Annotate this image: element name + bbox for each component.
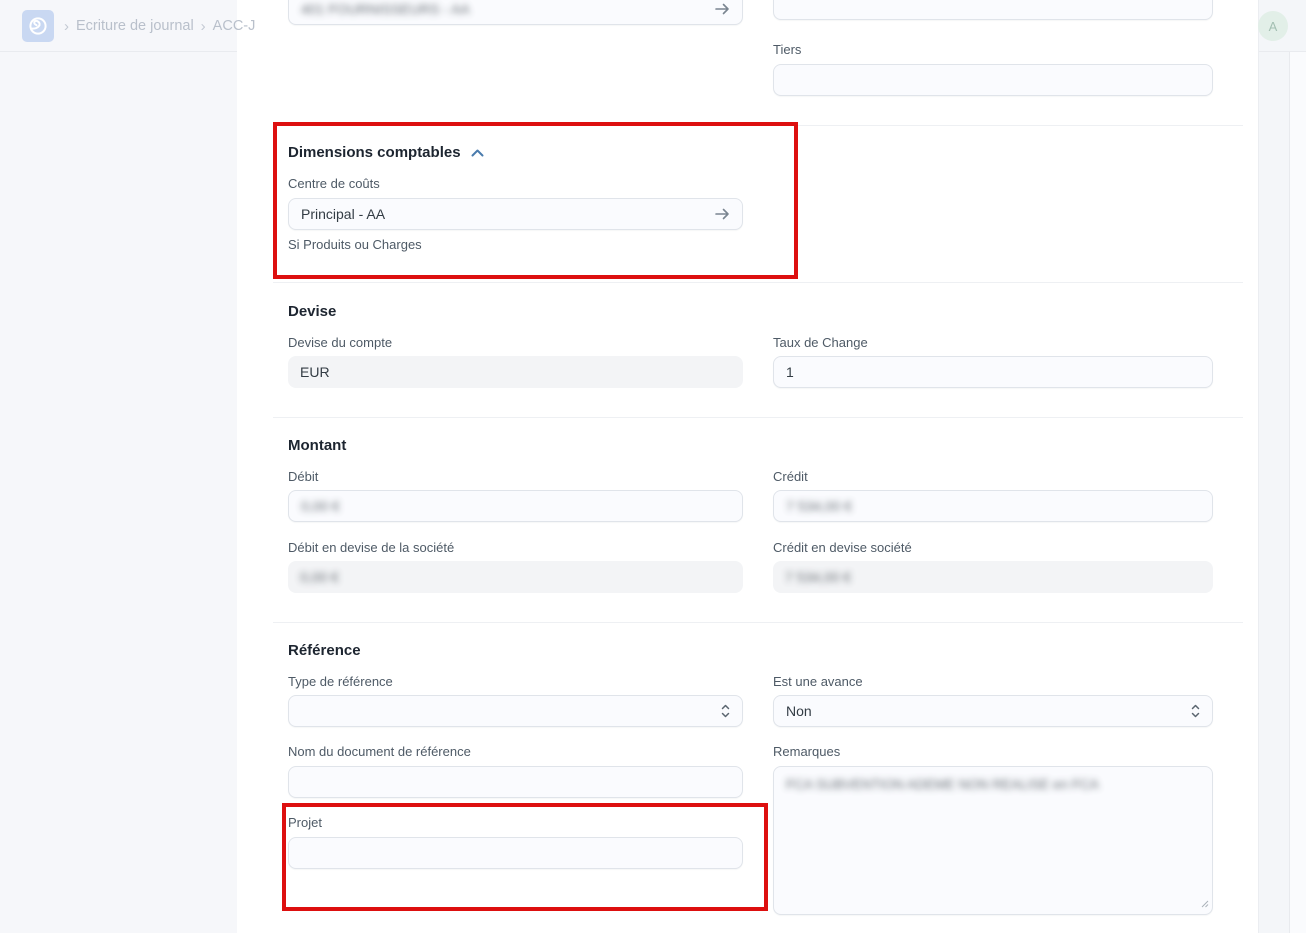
breadcrumb-item-document[interactable]: ACC-J — [213, 18, 256, 34]
credit-company-currency-value: 7 534,00 € — [785, 569, 851, 585]
section-title-reference-label: Référence — [288, 642, 361, 659]
party-field[interactable] — [773, 64, 1213, 96]
section-divider — [273, 622, 1243, 623]
debit-company-currency-label: Débit en devise de la société — [288, 540, 743, 555]
account-currency-label: Devise du compte — [288, 335, 743, 350]
breadcrumb-separator: › — [201, 18, 206, 35]
remarks-label: Remarques — [773, 744, 1213, 759]
exchange-rate-field[interactable]: 1 — [773, 356, 1213, 388]
is-advance-label: Est une avance — [773, 674, 1213, 689]
account-value: 401 FOURNISSEURS - AA — [301, 1, 715, 17]
account-field[interactable]: 401 FOURNISSEURS - AA — [288, 0, 743, 25]
credit-company-currency-label: Crédit en devise société — [773, 540, 1213, 555]
section-title-currency-label: Devise — [288, 303, 336, 320]
remarks-textarea[interactable]: FCA SUBVENTION ADEME NON REALISE en FCA — [773, 766, 1213, 915]
reference-type-select[interactable] — [288, 695, 743, 727]
account-currency-value: EUR — [300, 364, 330, 380]
remarks-value: FCA SUBVENTION ADEME NON REALISE en FCA — [786, 777, 1099, 792]
exchange-rate-label: Taux de Change — [773, 335, 1213, 350]
section-title-amount-label: Montant — [288, 437, 346, 454]
annotation-box-project — [282, 803, 768, 911]
credit-value: 7 534,00 € — [786, 498, 1200, 514]
app-logo-icon[interactable] — [22, 10, 54, 42]
party-type-field[interactable] — [773, 0, 1213, 20]
debit-label: Débit — [288, 469, 743, 484]
credit-field[interactable]: 7 534,00 € — [773, 490, 1213, 522]
reference-name-label: Nom du document de référence — [288, 744, 743, 759]
debit-field[interactable]: 0,00 € — [288, 490, 743, 522]
account-currency-field: EUR — [288, 356, 743, 388]
section-title-currency: Devise — [288, 303, 336, 320]
scrollbar-track[interactable] — [1289, 52, 1306, 933]
section-divider — [273, 417, 1243, 418]
debit-company-currency-field: 0,00 € — [288, 561, 743, 593]
reference-name-field[interactable] — [288, 766, 743, 798]
breadcrumb-item-journal-entry[interactable]: Ecriture de journal — [76, 18, 194, 34]
section-title-amount: Montant — [288, 437, 346, 454]
debit-value: 0,00 € — [301, 498, 730, 514]
right-rail: A — [1258, 0, 1306, 933]
is-advance-select[interactable]: Non — [773, 695, 1213, 727]
exchange-rate-value: 1 — [786, 364, 1200, 380]
page: › Ecriture de journal › ACC-J A 401 FOUR… — [0, 0, 1306, 933]
credit-label: Crédit — [773, 469, 1213, 484]
party-label: Tiers — [773, 42, 1213, 57]
select-stepper-icon[interactable] — [721, 704, 730, 718]
resize-handle-icon[interactable] — [1200, 896, 1209, 911]
is-advance-value: Non — [786, 703, 1191, 719]
select-stepper-icon[interactable] — [1191, 704, 1200, 718]
arrow-right-icon[interactable] — [715, 3, 730, 15]
credit-company-currency-field: 7 534,00 € — [773, 561, 1213, 593]
section-title-reference: Référence — [288, 642, 361, 659]
breadcrumb: › Ecriture de journal › ACC-J — [64, 0, 285, 52]
breadcrumb-separator: › — [64, 18, 69, 35]
annotation-box-dimensions — [273, 122, 798, 279]
reference-type-label: Type de référence — [288, 674, 743, 689]
section-divider — [273, 282, 1243, 283]
user-avatar[interactable]: A — [1258, 11, 1288, 41]
debit-company-currency-value: 0,00 € — [300, 569, 339, 585]
